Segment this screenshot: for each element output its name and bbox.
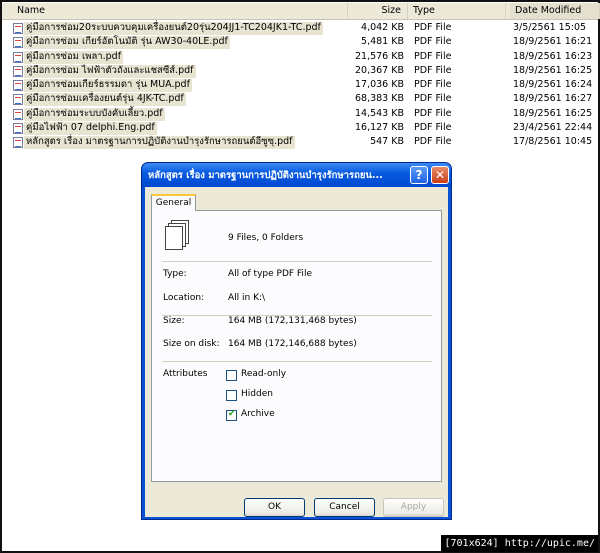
archive-checkbox[interactable]	[226, 409, 237, 421]
pdf-file-icon	[13, 123, 23, 135]
dialog-client-area: General 9 Files, 0 Folders Type: All of …	[145, 187, 448, 517]
attributes-label: Attributes	[163, 369, 208, 379]
file-size: 21,576 KB	[354, 50, 404, 62]
file-row[interactable]: คู่มือการซ่อม เพลา.pdf 21,576 KB PDF File 1…	[2, 50, 598, 64]
file-type: PDF File	[414, 22, 452, 33]
size-label: Size:	[163, 316, 185, 326]
location-value: All in K:\	[228, 293, 266, 303]
file-date-modified: 18/9/2561 16:25	[513, 64, 593, 76]
file-name[interactable]: หลักสูตร เรื่อง มาตรฐานการปฏิบัติงานบำรุ…	[26, 135, 293, 149]
archive-label[interactable]: Archive	[241, 409, 275, 419]
location-label: Location:	[163, 293, 205, 303]
file-type: PDF File	[414, 79, 452, 91]
file-row[interactable]: คู่มือการซ่อมระบบบังคับเลี้ยว.pdf 14,543 …	[2, 107, 598, 121]
selection-summary: 9 Files, 0 Folders	[228, 233, 304, 243]
file-name[interactable]: คู่มือการซ่อม20ระบบควบคุมเครื่องยนต์20รุ…	[26, 21, 321, 35]
file-size: 17,036 KB	[354, 79, 404, 91]
file-row[interactable]: หลักสูตร เรื่อง มาตรฐานการปฏิบัติงานบำรุ…	[2, 135, 598, 150]
file-size: 547 KB	[370, 136, 404, 148]
pdf-file-icon	[13, 65, 23, 77]
file-size: 14,543 KB	[354, 107, 404, 119]
file-list: คู่มือการซ่อม20ระบบควบคุมเครื่องยนต์20รุ…	[2, 21, 598, 150]
file-name[interactable]: คู่มือการซ่อม ไฟฟ้าตัวถังและแชสซีส์.pdf	[26, 64, 194, 78]
column-header-date-modified[interactable]: Date Modified	[510, 3, 600, 19]
file-size: 5,481 KB	[361, 36, 404, 48]
file-size: 68,383 KB	[354, 93, 404, 105]
type-label: Type:	[163, 269, 187, 279]
file-date-modified: 23/4/2561 22:44	[513, 122, 593, 134]
help-button[interactable]: ?	[410, 166, 428, 184]
file-name[interactable]: คู่มือการซ่อม เกียร์อัตโนมัติ รุ่น AW30-…	[26, 35, 228, 49]
file-type: PDF File	[414, 36, 452, 48]
pdf-file-icon	[13, 23, 23, 34]
file-row[interactable]: คู่มือการซ่อม20ระบบควบคุมเครื่องยนต์20รุ…	[2, 21, 598, 35]
multiple-files-icon	[163, 220, 193, 252]
file-type: PDF File	[414, 50, 452, 62]
properties-dialog: หลักสูตร เรื่อง มาตรฐานการปฏิบัติงานบำรุ…	[141, 162, 452, 520]
file-list-header: Name Size Type Date Modified	[2, 3, 600, 20]
apply-button[interactable]: Apply	[383, 498, 444, 517]
file-row[interactable]: คู่มือการซ่อม ไฟฟ้าตัวถังและแชสซีส์.pdf 2…	[2, 64, 598, 78]
dialog-titlebar[interactable]: หลักสูตร เรื่อง มาตรฐานการปฏิบัติงานบำรุ…	[142, 163, 451, 187]
hidden-checkbox[interactable]	[226, 390, 237, 401]
type-value: All of type PDF File	[228, 269, 312, 279]
file-row[interactable]: คู่มือการซ่อมเครื่องยนต์รุ่น 4JK-TC.pdf 6…	[2, 92, 598, 107]
file-type: PDF File	[414, 122, 452, 134]
pdf-file-icon	[13, 137, 23, 149]
close-button[interactable]: ✕	[431, 166, 449, 184]
general-panel: 9 Files, 0 Folders Type: All of type PDF…	[151, 210, 442, 482]
divider	[162, 261, 432, 262]
size-on-disk-label: Size on disk:	[163, 339, 220, 349]
readonly-checkbox[interactable]	[226, 370, 237, 381]
file-size: 16,127 KB	[354, 122, 404, 134]
file-date-modified: 3/5/2561 15:05	[513, 22, 587, 33]
file-row[interactable]: คู่มือไฟฟ้า 07 delphi.Eng.pdf 16,127 KB PD…	[2, 121, 598, 136]
column-header-size[interactable]: Size	[348, 3, 408, 19]
file-date-modified: 18/9/2561 16:25	[513, 107, 593, 119]
file-row[interactable]: คู่มือการซ่อม เกียร์อัตโนมัติ รุ่น AW30-…	[2, 35, 598, 50]
file-type: PDF File	[414, 107, 452, 119]
size-value: 164 MB (172,131,468 bytes)	[228, 316, 357, 326]
file-date-modified: 18/9/2561 16:23	[513, 50, 593, 62]
size-on-disk-value: 164 MB (172,146,688 bytes)	[228, 339, 357, 349]
file-size: 4,042 KB	[361, 22, 404, 33]
pdf-file-icon	[13, 108, 23, 120]
dialog-title: หลักสูตร เรื่อง มาตรฐานการปฏิบัติงานบำรุ…	[148, 170, 383, 181]
pdf-file-icon	[13, 51, 23, 63]
file-date-modified: 18/9/2561 16:24	[513, 79, 593, 91]
file-type: PDF File	[414, 93, 452, 105]
hidden-label[interactable]: Hidden	[241, 389, 273, 399]
file-name[interactable]: คู่มือการซ่อมระบบบังคับเลี้ยว.pdf	[26, 107, 163, 121]
tab-general[interactable]: General	[151, 194, 196, 211]
file-name[interactable]: คู่มือการซ่อมเกียร์ธรรมดา รุ่น MUA.pdf	[26, 78, 190, 92]
file-row[interactable]: คู่มือการซ่อมเกียร์ธรรมดา รุ่น MUA.pdf 17…	[2, 78, 598, 93]
divider	[162, 361, 432, 362]
file-name[interactable]: คู่มือการซ่อมเครื่องยนต์รุ่น 4JK-TC.pdf	[26, 92, 184, 106]
pdf-file-icon	[13, 37, 23, 49]
file-date-modified: 18/9/2561 16:27	[513, 93, 593, 105]
file-type: PDF File	[414, 64, 452, 76]
file-size: 20,367 KB	[354, 64, 404, 76]
image-host-watermark: [701x624] http://upic.me/	[441, 535, 598, 552]
file-name[interactable]: คู่มือไฟฟ้า 07 delphi.Eng.pdf	[26, 121, 155, 135]
file-type: PDF File	[414, 136, 452, 148]
file-name[interactable]: คู่มือการซ่อม เพลา.pdf	[26, 50, 121, 64]
readonly-label[interactable]: Read-only	[241, 369, 286, 379]
pdf-file-icon	[13, 94, 23, 106]
ok-button[interactable]: OK	[244, 498, 305, 517]
column-header-name[interactable]: Name	[12, 3, 348, 19]
file-date-modified: 18/9/2561 16:21	[513, 36, 593, 48]
pdf-file-icon	[13, 80, 23, 92]
cancel-button[interactable]: Cancel	[314, 498, 375, 517]
column-header-type[interactable]: Type	[408, 3, 506, 19]
file-date-modified: 17/8/2561 10:45	[513, 136, 593, 148]
